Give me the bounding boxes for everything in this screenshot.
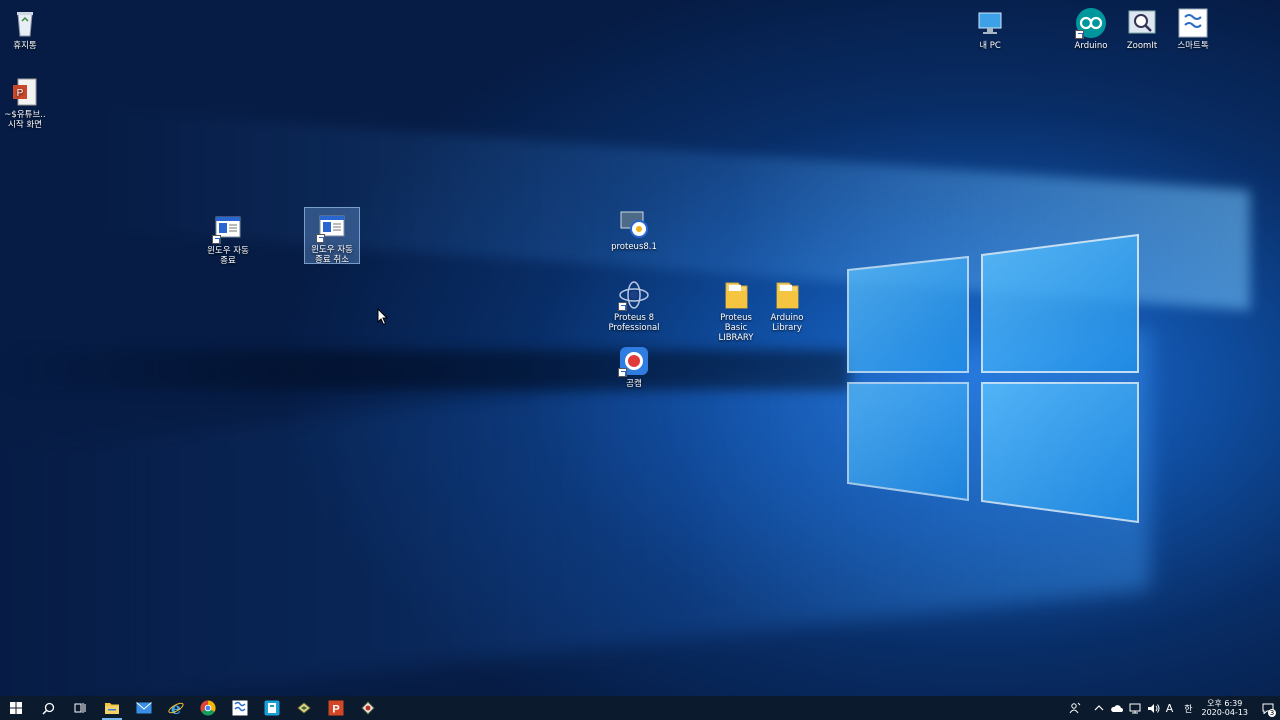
icon-label: Proteus Basic LIBRARY <box>718 313 754 343</box>
people-icon <box>1069 702 1081 714</box>
desktop-icon-gomcam[interactable]: 곰캠 <box>607 342 661 389</box>
taskbar-chrome[interactable] <box>192 696 224 720</box>
icon-label: Arduino Library <box>770 313 804 333</box>
file-explorer-icon <box>105 703 119 714</box>
taskbar-app[interactable] <box>224 696 256 720</box>
chevron-up-icon <box>1094 705 1104 711</box>
icon-label: ZoomIt <box>1126 41 1158 51</box>
taskbar-internet-explorer[interactable]: e <box>160 696 192 720</box>
taskbar-app-2[interactable] <box>256 696 288 720</box>
desktop-icon-ppt-file[interactable]: P ~$유튜브.. 시작 화면 <box>0 73 52 130</box>
folder-icon <box>720 279 752 311</box>
icon-label: 곰캠 <box>626 379 642 389</box>
recycle-bin-icon <box>9 7 41 39</box>
icon-label: Proteus 8 Professional <box>608 313 660 333</box>
ime-mode-indicator[interactable]: A <box>1166 702 1174 715</box>
taskbar-proteus[interactable] <box>288 696 320 720</box>
mouse-cursor <box>377 308 389 326</box>
svg-text:e: e <box>171 700 181 716</box>
taskbar: e P A 한 오후 6:39 2020-04-13 3 <box>0 696 1280 720</box>
chrome-icon <box>200 700 216 716</box>
powerpoint-file-icon: P <box>9 76 41 108</box>
taskbar-mail[interactable] <box>128 696 160 720</box>
windows-wallpaper-logo <box>847 233 1139 524</box>
taskbar-proteus-isis[interactable] <box>352 696 384 720</box>
network-button[interactable] <box>1129 703 1141 714</box>
svg-text:P: P <box>17 88 24 99</box>
clock-date: 2020-04-13 <box>1201 708 1249 717</box>
folder-icon <box>771 279 803 311</box>
batch-file-icon <box>316 211 348 243</box>
desktop-icon-proteus-basic-library[interactable]: Proteus Basic LIBRARY <box>709 276 763 343</box>
desktop-icon-proteus81[interactable]: proteus8.1 <box>607 205 661 252</box>
icon-label: ~$유튜브.. 시작 화면 <box>4 110 46 130</box>
system-tray: A 한 오후 6:39 2020-04-13 3 <box>1066 696 1280 720</box>
desktop-icon-smarttalk[interactable]: 스마트톡 <box>1166 4 1220 51</box>
taskbar-file-explorer[interactable] <box>96 696 128 720</box>
gomcam-icon <box>618 345 650 377</box>
smarttalk-icon <box>1177 7 1209 39</box>
mail-icon <box>136 702 152 714</box>
desktop-icon-proteus8-professional[interactable]: Proteus 8 Professional <box>607 276 661 333</box>
desktop-icon-my-pc[interactable]: 내 PC <box>963 4 1017 51</box>
desktop-icon-recycle-bin[interactable]: 휴지통 <box>0 4 52 51</box>
task-view-icon <box>74 703 85 713</box>
volume-button[interactable] <box>1147 703 1160 714</box>
desktop-icon-arduino[interactable]: Arduino <box>1064 4 1118 51</box>
proteus-icon <box>618 279 650 311</box>
ime-language-indicator[interactable]: 한 <box>1184 702 1192 715</box>
onedrive-icon <box>1110 704 1123 712</box>
powerpoint-icon: P <box>328 700 344 716</box>
show-hidden-icons-button[interactable] <box>1094 704 1104 712</box>
onedrive-button[interactable] <box>1110 704 1123 713</box>
icon-label: proteus8.1 <box>611 242 657 252</box>
search-icon <box>41 702 54 715</box>
computer-icon <box>974 7 1006 39</box>
batch-file-icon <box>212 212 244 244</box>
icon-label: 윈도우 자동 종료 취소 <box>311 245 353 265</box>
internet-explorer-icon: e <box>168 700 184 716</box>
start-button[interactable] <box>0 696 32 720</box>
svg-text:P: P <box>332 704 339 716</box>
clock[interactable]: 오후 6:39 2020-04-13 <box>1202 699 1249 717</box>
search-button[interactable] <box>32 696 64 720</box>
desktop-icon-zoomit[interactable]: ZoomIt <box>1115 4 1169 51</box>
icon-label: 스마트톡 <box>1177 41 1209 51</box>
notification-count: 3 <box>1268 709 1276 717</box>
start-icon <box>10 702 22 714</box>
people-button[interactable] <box>1069 702 1081 714</box>
proteus-icon <box>297 702 311 714</box>
taskbar-powerpoint[interactable]: P <box>320 696 352 720</box>
icon-label: 윈도우 자동 종료 <box>207 246 249 266</box>
task-view-button[interactable] <box>64 696 96 720</box>
desktop-icon-auto-shutdown[interactable]: 윈도우 자동 종료 <box>201 209 255 266</box>
desktop-icon-arduino-library[interactable]: Arduino Library <box>760 276 814 333</box>
arduino-icon <box>1075 7 1107 39</box>
clock-time: 오후 6:39 <box>1207 699 1243 708</box>
app-icon <box>232 700 248 716</box>
proteus-installer-icon <box>618 208 650 240</box>
proteus-isis-icon <box>361 701 375 715</box>
icon-label: 내 PC <box>979 41 1001 51</box>
icon-label: 휴지통 <box>13 41 37 51</box>
zoomit-icon <box>1126 7 1158 39</box>
action-center-button[interactable]: 3 <box>1256 696 1280 720</box>
volume-icon <box>1147 703 1160 713</box>
desktop-icon-auto-shutdown-cancel[interactable]: 윈도우 자동 종료 취소 <box>304 207 360 265</box>
network-icon <box>1129 703 1141 713</box>
icon-label: Arduino <box>1074 41 1108 51</box>
app-icon-2 <box>264 700 280 716</box>
